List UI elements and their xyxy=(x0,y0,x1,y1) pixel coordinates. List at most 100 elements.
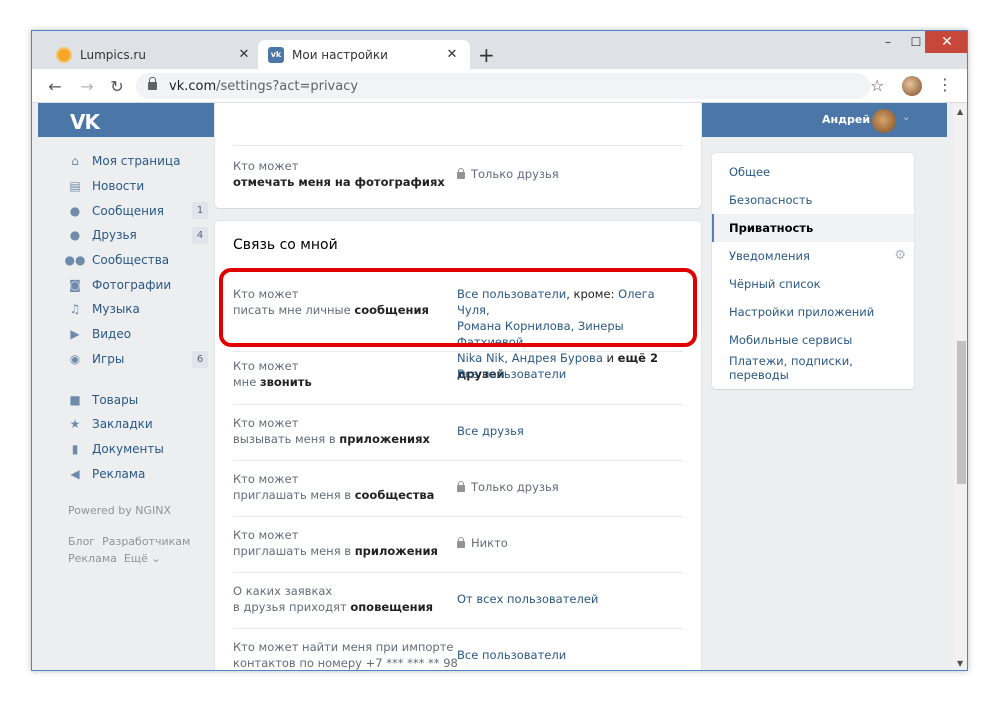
settings-menu-security[interactable]: Безопасность xyxy=(712,186,914,214)
setting-label: Кто может отмечать меня на фотографиях xyxy=(233,159,445,189)
highlight-frame xyxy=(219,268,697,347)
nav-item-bookmarks[interactable]: ★ Закладки xyxy=(68,412,208,437)
nav-label: Сообщения xyxy=(92,203,165,218)
footer-more-link[interactable]: Ещё ⌄ xyxy=(124,552,161,565)
profile-avatar-icon[interactable] xyxy=(902,76,922,96)
friends-icon: ● xyxy=(69,228,81,243)
settings-menu-notifications[interactable]: Уведомления ⚙ xyxy=(712,242,914,270)
bookmark-star-icon[interactable]: ☆ xyxy=(870,76,884,95)
forward-button[interactable]: → xyxy=(76,75,98,97)
home-icon: ⌂ xyxy=(71,154,79,169)
nav-separator xyxy=(68,371,208,387)
arrow-left-icon: ← xyxy=(48,76,62,96)
games-badge: 6 xyxy=(192,350,208,368)
setting-row-contact-import[interactable]: Кто может найти меня при импорте контакто… xyxy=(233,628,683,670)
tab-title: Lumpics.ru xyxy=(80,47,146,62)
setting-value[interactable]: От всех пользователей xyxy=(457,591,683,607)
footer-blog-link[interactable]: Блог xyxy=(68,535,95,548)
settings-menu-mobile[interactable]: Мобильные сервисы xyxy=(712,326,914,354)
scrollbar-thumb[interactable] xyxy=(957,341,966,484)
setting-row-group-invites[interactable]: Кто может приглашать меня в сообщества То… xyxy=(233,460,683,516)
setting-row-app-invites[interactable]: Кто может приглашать меня в приложения Ни… xyxy=(233,516,683,572)
setting-row-app-calls[interactable]: Кто может вызывать меня в приложениях Все… xyxy=(233,404,683,460)
scroll-down-icon[interactable]: ▼ xyxy=(957,659,963,668)
nav-label: Товары xyxy=(92,392,139,407)
setting-value[interactable]: Никто xyxy=(457,535,683,551)
user-avatar[interactable] xyxy=(872,109,896,133)
setting-value[interactable]: Только друзья xyxy=(457,479,683,495)
nav-item-my-page[interactable]: ⌂ Моя страница xyxy=(68,149,208,174)
setting-row-calls[interactable]: Кто может мне звонить Все пользователи xyxy=(233,351,683,407)
nav-label: Реклама xyxy=(92,466,146,481)
close-icon[interactable]: ✕ xyxy=(236,47,252,62)
nav-item-photos[interactable]: ◙ Фотографии xyxy=(68,272,208,297)
page-scrollbar[interactable]: ▲ ▼ xyxy=(953,103,967,670)
browser-toolbar: ← → ↻ vk.com/settings?act=privacy ☆ ⋮ xyxy=(32,69,967,103)
reload-icon: ↻ xyxy=(110,76,124,96)
lock-icon xyxy=(457,537,465,548)
menu-dots-icon[interactable]: ⋮ xyxy=(937,75,953,94)
title-bar: Lumpics.ru ✕ vk Мои настройки ✕ + – ☐ ✕ xyxy=(32,31,967,69)
nav-item-messages[interactable]: ● Сообщения 1 xyxy=(68,198,208,223)
nav-item-news[interactable]: ▤ Новости xyxy=(68,174,208,199)
tab-title: Мои настройки xyxy=(292,47,388,62)
document-icon: ▮ xyxy=(71,441,79,456)
setting-row-photo-tags[interactable]: Кто может отмечать меня на фотографиях То… xyxy=(233,145,683,205)
settings-menu-apps[interactable]: Настройки приложений xyxy=(712,298,914,326)
setting-value[interactable]: Все друзья xyxy=(457,423,683,439)
tab-lumpics[interactable]: Lumpics.ru ✕ xyxy=(46,40,262,69)
setting-value[interactable]: Все пользователи xyxy=(457,366,683,382)
address-bar[interactable]: vk.com/settings?act=privacy xyxy=(136,73,870,99)
close-icon[interactable]: ✕ xyxy=(444,47,460,62)
left-nav: ⌂ Моя страница ▤ Новости ● Сообщения 1 ● Друз… xyxy=(65,149,208,567)
setting-label: Кто может приглашать меня в приложения xyxy=(233,528,438,558)
vk-logo[interactable]: VK xyxy=(70,110,100,134)
chevron-down-icon[interactable]: ⌄ xyxy=(902,112,910,123)
vk-favicon-icon: vk xyxy=(268,46,284,63)
user-name[interactable]: Андрей xyxy=(822,113,870,126)
settings-menu: Общее Безопасность Приватность Уведомлен… xyxy=(712,153,914,389)
settings-menu-privacy[interactable]: Приватность xyxy=(712,214,914,242)
setting-row-friend-requests[interactable]: О каких заявках в друзья приходят оповеще… xyxy=(233,572,683,628)
tab-settings[interactable]: vk Мои настройки ✕ xyxy=(258,40,470,69)
minimize-button[interactable]: – xyxy=(874,31,902,53)
news-icon: ▤ xyxy=(69,179,81,194)
nav-label: Видео xyxy=(92,327,132,342)
nav-label: Моя страница xyxy=(92,154,181,169)
nav-item-ads[interactable]: ◀ Реклама xyxy=(68,461,208,486)
lumpics-favicon-icon xyxy=(56,46,72,63)
settings-menu-payments[interactable]: Платежи, подписки, переводы xyxy=(712,354,914,382)
nav-label: Фотографии xyxy=(92,277,172,292)
privacy-card-top: Кто может отмечать меня на фотографиях То… xyxy=(215,103,701,208)
settings-menu-general[interactable]: Общее xyxy=(712,158,914,186)
nav-label: Друзья xyxy=(92,228,137,243)
gear-icon[interactable]: ⚙ xyxy=(894,248,906,263)
music-icon: ♫ xyxy=(69,302,81,317)
back-button[interactable]: ← xyxy=(44,75,66,97)
reload-button[interactable]: ↻ xyxy=(106,75,128,97)
window-close-button[interactable]: ✕ xyxy=(925,31,967,53)
settings-menu-blacklist[interactable]: Чёрный список xyxy=(712,270,914,298)
camera-icon: ◙ xyxy=(69,277,81,292)
nav-item-video[interactable]: ▶ Видео xyxy=(68,322,208,347)
setting-value[interactable]: Все пользователи xyxy=(457,647,683,663)
url-path: /settings?act=privacy xyxy=(216,78,359,94)
arrow-right-icon: → xyxy=(80,76,94,96)
new-tab-button[interactable]: + xyxy=(478,43,495,67)
nav-label: Игры xyxy=(92,351,125,366)
nav-item-groups[interactable]: ●● Сообщества xyxy=(65,248,208,273)
gamepad-icon: ◉ xyxy=(69,351,81,366)
nav-item-friends[interactable]: ● Друзья 4 xyxy=(68,223,208,248)
nav-item-documents[interactable]: ▮ Документы xyxy=(68,437,208,462)
footer-devs-link[interactable]: Разработчикам xyxy=(102,535,190,548)
menu-label: Уведомления xyxy=(729,249,810,263)
scroll-up-icon[interactable]: ▲ xyxy=(957,107,963,116)
video-icon: ▶ xyxy=(70,327,80,342)
nav-item-music[interactable]: ♫ Музыка xyxy=(68,297,208,322)
setting-value[interactable]: Только друзья xyxy=(457,166,683,182)
nav-item-games[interactable]: ◉ Игры 6 xyxy=(68,347,208,372)
footer-ads-link[interactable]: Реклама xyxy=(68,552,117,565)
lock-icon xyxy=(148,77,157,90)
nav-label: Закладки xyxy=(92,417,153,432)
nav-item-goods[interactable]: ■ Товары xyxy=(68,387,208,412)
